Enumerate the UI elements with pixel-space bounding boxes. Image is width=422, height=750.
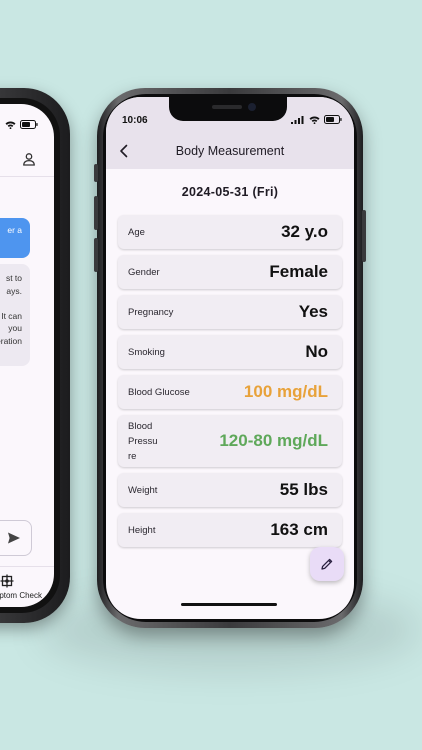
primary-phone-screen: 10:06 Body Measurement 2024-05-31 (Fri) … — [106, 97, 354, 619]
measurement-date: 2024-05-31 (Fri) — [181, 185, 279, 199]
secondary-phone-bezel: er a st to ays. s. It can you deration — [0, 98, 60, 613]
measurement-label: Gender — [128, 266, 160, 278]
wifi-icon — [309, 115, 320, 124]
measurement-value: Female — [269, 262, 328, 281]
wifi-icon — [5, 120, 16, 129]
measurement-row-age: Age 32 y.o — [118, 215, 342, 249]
measurement-value: 120-80 mg/dL — [219, 431, 328, 450]
secondary-header-divider — [0, 176, 54, 177]
symptom-check-icon[interactable] — [0, 574, 14, 588]
chat-line: s. It can — [0, 310, 22, 321]
status-time: 10:06 — [122, 115, 148, 126]
chat-input[interactable] — [0, 520, 32, 556]
battery-icon — [20, 120, 38, 129]
power-button — [362, 210, 366, 262]
tab-symptom-check-label[interactable]: ptom Check — [0, 591, 42, 600]
chat-line: st to — [5, 273, 22, 283]
measurement-value: No — [305, 342, 328, 361]
measurement-label: Blood Pressu re — [128, 419, 158, 464]
measurement-row-gender: Gender Female — [118, 255, 342, 289]
measurement-label: Height — [128, 524, 156, 536]
page-title: Body Measurement — [175, 144, 285, 158]
measurement-label-line: Blood — [128, 420, 153, 432]
send-icon[interactable] — [7, 531, 21, 550]
status-icons — [291, 115, 342, 124]
person-icon[interactable] — [22, 152, 36, 166]
chat-bubble-outgoing: er a — [0, 218, 30, 258]
measurement-value: 163 cm — [270, 520, 328, 539]
secondary-phone: er a st to ays. s. It can you deration — [0, 88, 70, 623]
measurement-label-line: Pressu — [128, 435, 158, 447]
marketing-stage: er a st to ays. s. It can you deration — [0, 0, 422, 750]
measurement-label: Age — [128, 226, 145, 238]
measurement-row-smoking: Smoking No — [118, 335, 342, 369]
measurement-row-pregnancy: Pregnancy Yes — [118, 295, 342, 329]
notch — [169, 97, 287, 121]
measurement-label: Smoking — [128, 346, 165, 358]
chat-line: you — [8, 323, 22, 333]
secondary-phone-screen: er a st to ays. s. It can you deration — [0, 104, 54, 607]
measurement-row-blood-pressure: Blood Pressu re 120-80 mg/dL — [118, 415, 342, 467]
measurement-row-height: Height 163 cm — [118, 513, 342, 547]
measurement-value: 32 y.o — [281, 222, 328, 241]
edit-pencil-icon[interactable] — [320, 557, 334, 571]
earpiece-speaker — [212, 105, 242, 109]
primary-phone: 10:06 Body Measurement 2024-05-31 (Fri) … — [94, 88, 366, 628]
signal-icon — [291, 115, 304, 124]
measurement-label: Pregnancy — [128, 306, 174, 318]
measurement-label: Weight — [128, 484, 158, 496]
measurement-value: Yes — [298, 302, 328, 321]
measurement-label: Blood Glucose — [128, 386, 190, 398]
measurement-row-weight: Weight 55 lbs — [118, 473, 342, 507]
mute-switch — [94, 164, 98, 182]
measurement-value: 55 lbs — [279, 480, 328, 499]
measurement-list: Age 32 y.o Gender Female Pregnancy Yes S… — [118, 215, 342, 553]
chat-line: ays. — [6, 285, 22, 296]
measurement-row-blood-glucose: Blood Glucose 100 mg/dL — [118, 375, 342, 409]
chat-bubble-outgoing-text: er a — [7, 225, 22, 235]
chat-line: deration — [0, 335, 22, 346]
volume-down-button — [94, 238, 98, 272]
edit-button[interactable] — [310, 547, 344, 581]
secondary-tabbar-divider — [0, 566, 54, 567]
volume-up-button — [94, 196, 98, 230]
chat-line — [0, 297, 22, 310]
measurement-value: 100 mg/dL — [243, 382, 328, 401]
secondary-status-icons — [0, 120, 38, 129]
measurement-label-line: re — [128, 450, 137, 462]
home-indicator[interactable] — [181, 603, 277, 606]
chat-bubble-incoming: st to ays. s. It can you deration — [0, 264, 30, 366]
signal-icon — [0, 121, 1, 129]
battery-icon — [324, 115, 342, 124]
front-camera — [248, 103, 256, 111]
